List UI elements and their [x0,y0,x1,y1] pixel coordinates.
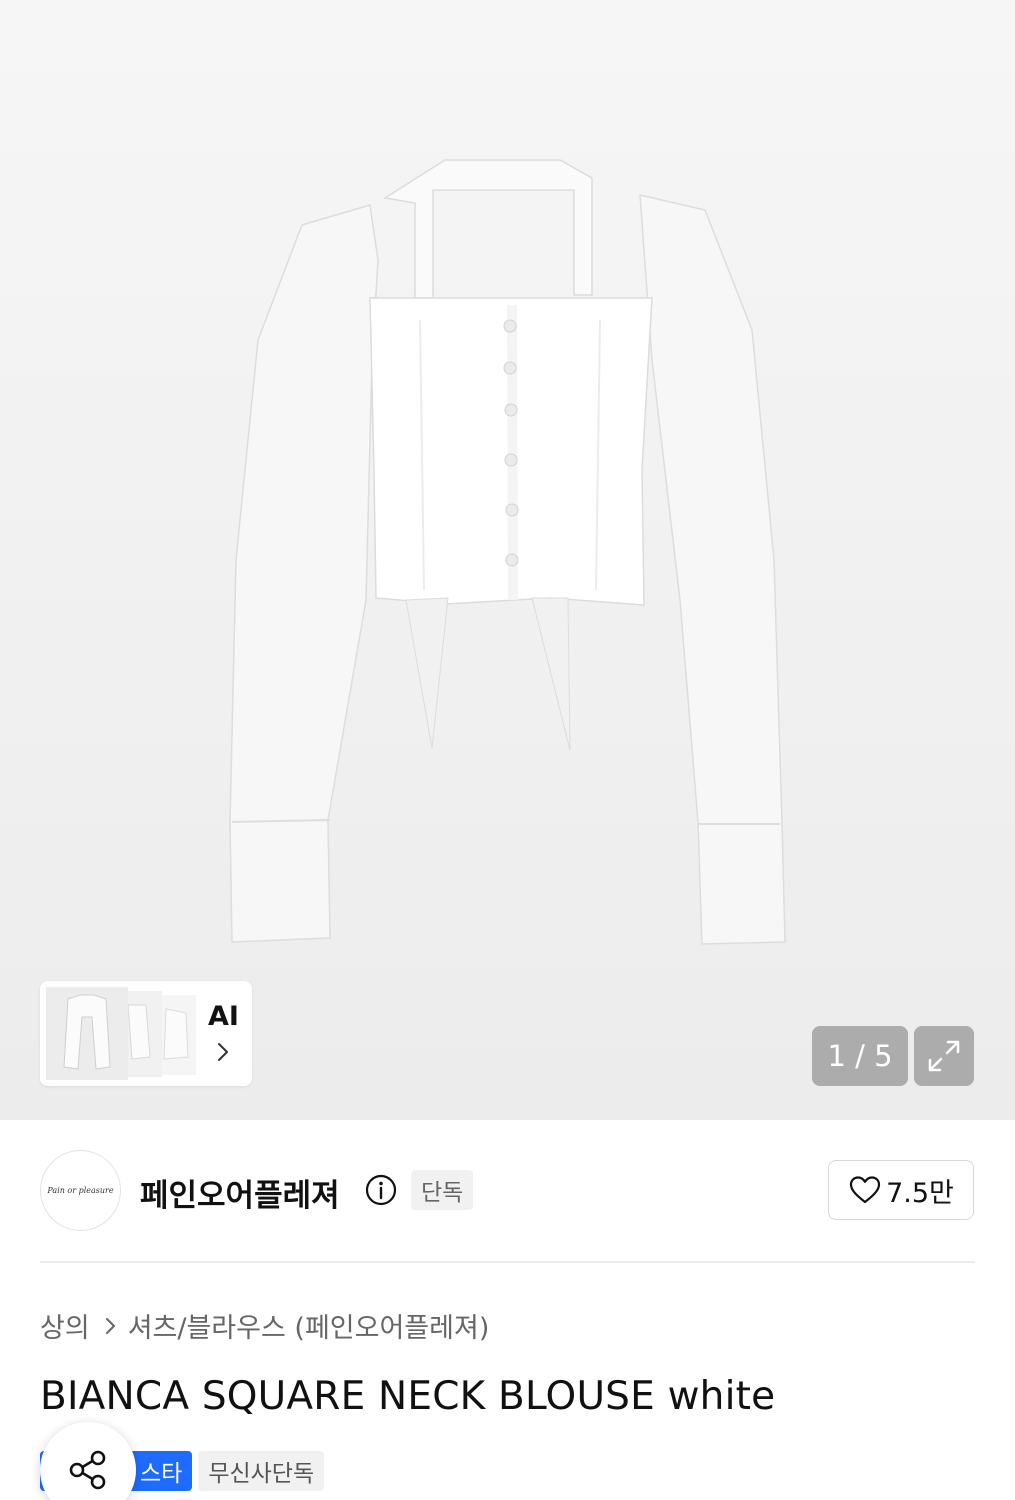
musinsa-exclusive-badge: 무신사단독 [198,1451,325,1491]
product-title: BIANCA SQUARE NECK BLOUSE white [40,1374,776,1419]
product-gallery[interactable]: AI 1 / 5 [0,0,1015,1120]
like-button[interactable]: 7.5만 [828,1160,974,1220]
product-image[interactable] [0,0,1015,1120]
thumbnail-images [46,987,196,1080]
share-button[interactable] [40,1422,136,1500]
page-indicator: 1 / 5 [812,1026,908,1086]
breadcrumb: 상의 셔츠/블라우스 (페인오어플레져) [40,1306,489,1345]
chevron-right-icon [218,1043,228,1061]
ai-label: AI [208,1001,239,1032]
expand-button[interactable] [914,1026,974,1086]
expand-icon [928,1040,960,1072]
brand-logo-text: Pain or pleasure [47,1186,114,1195]
like-count: 7.5만 [886,1177,954,1209]
breadcrumb-category[interactable]: 상의 [40,1306,90,1345]
chevron-right-icon [105,1317,115,1334]
info-icon[interactable] [364,1173,398,1207]
brand-name[interactable]: 페인오어플레져 [140,1170,340,1215]
ai-style-thumbnails[interactable]: AI [40,981,252,1086]
share-icon [69,1450,106,1490]
exclusive-tag: 단독 [411,1170,474,1210]
divider [40,1261,975,1263]
heart-icon [850,1176,881,1204]
breadcrumb-subcategory[interactable]: 셔츠/블라우스 (페인오어플레져) [128,1306,490,1345]
brand-logo[interactable]: Pain or pleasure [40,1150,121,1231]
